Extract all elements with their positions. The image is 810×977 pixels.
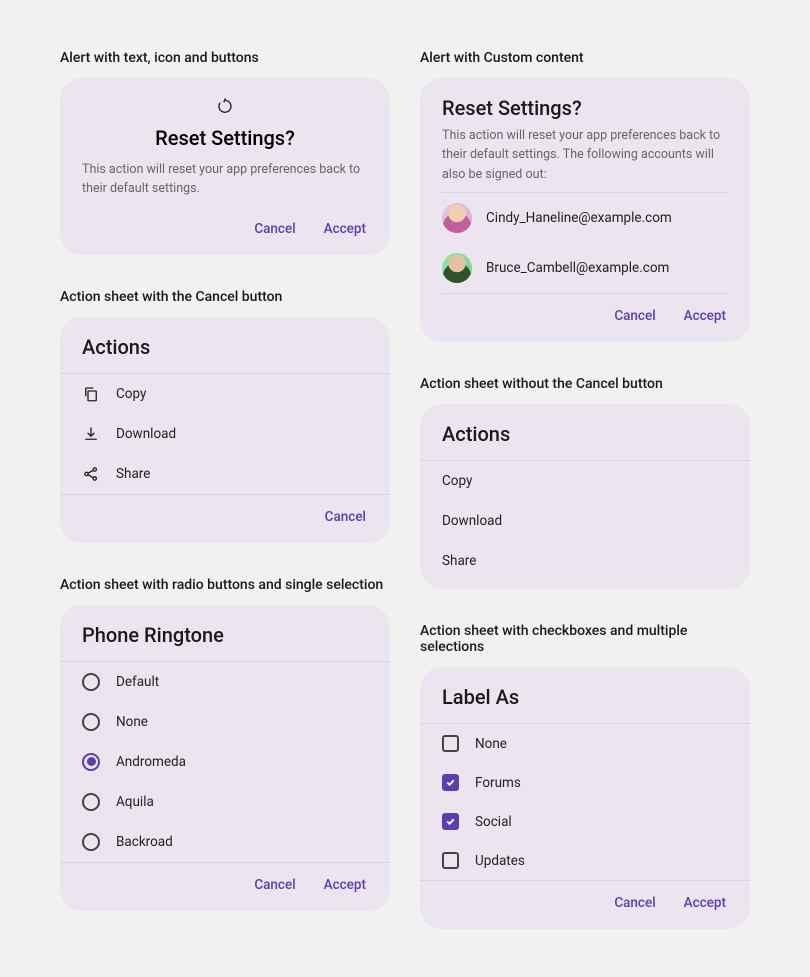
radio-icon <box>82 833 100 851</box>
account-row: Cindy_Haneline@example.com <box>420 193 750 243</box>
checkbox-icon-selected <box>442 774 459 791</box>
alert-custom-card: Reset Settings? This action will reset y… <box>420 78 750 342</box>
cancel-button[interactable]: Cancel <box>614 308 655 324</box>
section-label: Action sheet with checkboxes and multipl… <box>420 623 750 655</box>
radio-option-aquila[interactable]: Aquila <box>60 782 390 822</box>
accept-button[interactable]: Accept <box>684 895 726 911</box>
radio-icon <box>82 673 100 691</box>
section-sheet-check: Action sheet with checkboxes and multipl… <box>420 623 750 929</box>
accept-button[interactable]: Accept <box>684 308 726 324</box>
section-label: Action sheet with the Cancel button <box>60 289 390 305</box>
action-download[interactable]: Download <box>420 501 750 541</box>
accept-button[interactable]: Accept <box>324 221 366 237</box>
option-label: Social <box>475 814 512 830</box>
refresh-icon <box>216 98 234 116</box>
radio-option-default[interactable]: Default <box>60 662 390 702</box>
checkbox-icon <box>442 735 459 752</box>
option-label: Aquila <box>116 794 154 810</box>
option-label: Backroad <box>116 834 173 850</box>
checkbox-icon-selected <box>442 813 459 830</box>
action-copy[interactable]: Copy <box>420 461 750 501</box>
section-alert-custom: Alert with Custom content Reset Settings… <box>420 50 750 342</box>
section-sheet-cancel: Action sheet with the Cancel button Acti… <box>60 289 390 543</box>
action-share[interactable]: Share <box>60 454 390 494</box>
radio-icon <box>82 713 100 731</box>
check-option-social[interactable]: Social <box>420 802 750 841</box>
section-sheet-radio: Action sheet with radio buttons and sing… <box>60 577 390 911</box>
sheet-title: Actions <box>420 404 750 460</box>
cancel-button[interactable]: Cancel <box>614 895 655 911</box>
check-option-none[interactable]: None <box>420 724 750 763</box>
radio-option-backroad[interactable]: Backroad <box>60 822 390 862</box>
section-label: Action sheet without the Cancel button <box>420 376 750 392</box>
alert-description: This action will reset your app preferen… <box>420 126 750 192</box>
option-label: None <box>116 714 148 730</box>
radio-option-andromeda[interactable]: Andromeda <box>60 742 390 782</box>
account-email: Bruce_Cambell@example.com <box>486 260 669 276</box>
sheet-title: Phone Ringtone <box>60 605 390 661</box>
download-icon <box>82 425 100 443</box>
cancel-button[interactable]: Cancel <box>325 509 366 525</box>
copy-icon <box>82 385 100 403</box>
radio-sheet-card: Phone Ringtone Default None Andromeda Aq… <box>60 605 390 911</box>
cancel-button[interactable]: Cancel <box>254 221 295 237</box>
checkbox-icon <box>442 852 459 869</box>
share-icon <box>82 465 100 483</box>
radio-icon-selected <box>82 753 100 771</box>
action-label: Copy <box>116 386 146 402</box>
alert-card: Reset Settings? This action will reset y… <box>60 78 390 255</box>
section-sheet-nocancel: Action sheet without the Cancel button A… <box>420 376 750 589</box>
sheet-title: Label As <box>420 667 750 723</box>
option-label: Andromeda <box>116 754 186 770</box>
action-sheet-card: Actions Copy <box>60 317 390 543</box>
alert-description: This action will reset your app preferen… <box>60 160 390 207</box>
check-option-forums[interactable]: Forums <box>420 763 750 802</box>
section-label: Alert with text, icon and buttons <box>60 50 390 66</box>
sheet-title: Actions <box>60 317 390 373</box>
section-alert-icon: Alert with text, icon and buttons Reset … <box>60 50 390 255</box>
account-row: Bruce_Cambell@example.com <box>420 243 750 293</box>
action-share[interactable]: Share <box>420 541 750 581</box>
radio-option-none[interactable]: None <box>60 702 390 742</box>
action-download[interactable]: Download <box>60 414 390 454</box>
avatar <box>442 203 472 233</box>
check-option-updates[interactable]: Updates <box>420 841 750 880</box>
action-label: Download <box>116 426 176 442</box>
option-label: Updates <box>475 853 525 869</box>
section-label: Alert with Custom content <box>420 50 750 66</box>
alert-title: Reset Settings? <box>60 122 390 160</box>
account-email: Cindy_Haneline@example.com <box>486 210 672 226</box>
action-copy[interactable]: Copy <box>60 374 390 414</box>
radio-icon <box>82 793 100 811</box>
section-label: Action sheet with radio buttons and sing… <box>60 577 390 593</box>
option-label: Default <box>116 674 159 690</box>
alert-title: Reset Settings? <box>420 78 750 126</box>
option-label: Forums <box>475 775 521 791</box>
checkbox-sheet-card: Label As None Forums Social Updates <box>420 667 750 929</box>
option-label: None <box>475 736 507 752</box>
cancel-button[interactable]: Cancel <box>254 877 295 893</box>
action-sheet-card: Actions Copy Download Share <box>420 404 750 589</box>
avatar <box>442 253 472 283</box>
accept-button[interactable]: Accept <box>324 877 366 893</box>
action-label: Share <box>116 466 150 482</box>
